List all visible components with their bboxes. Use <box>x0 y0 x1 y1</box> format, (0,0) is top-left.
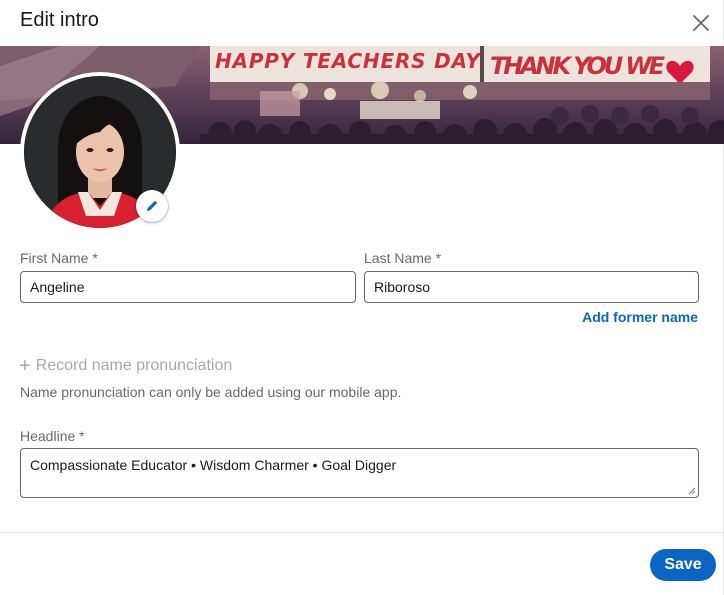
pronunciation-helper-text: Name pronunciation can only be added usi… <box>20 384 402 400</box>
save-button[interactable]: Save <box>650 549 716 581</box>
banner-text-left: HAPPY TEACHERS DAY <box>215 49 483 73</box>
footer-divider <box>0 532 724 533</box>
headline-textarea[interactable]: Compassionate Educator • Wisdom Charmer … <box>20 448 699 498</box>
close-icon <box>693 15 709 31</box>
modal-title: Edit intro <box>20 9 99 31</box>
headline-text: Compassionate Educator • Wisdom Charmer … <box>30 457 397 473</box>
headline-label: Headline * <box>20 428 85 444</box>
edit-intro-modal: Edit intro HAPPY TEACHERS DAY THANK YOU … <box>0 0 724 595</box>
record-pronunciation-label: Record name pronunciation <box>35 357 233 374</box>
first-name-label: First Name * <box>20 250 98 266</box>
first-name-input[interactable]: Angeline <box>20 271 356 303</box>
pencil-icon <box>147 200 158 211</box>
record-pronunciation-button[interactable]: + Record name pronunciation <box>19 356 232 376</box>
resize-grip-icon[interactable] <box>687 486 696 495</box>
last-name-label: Last Name * <box>364 250 442 266</box>
banner-text-right: THANK YOU WE <box>490 52 666 80</box>
plus-icon: + <box>19 355 31 377</box>
close-button[interactable] <box>683 5 719 41</box>
edit-photo-button[interactable] <box>136 190 168 222</box>
add-former-name-link[interactable]: Add former name <box>582 309 698 325</box>
modal-header: Edit intro <box>0 0 724 46</box>
last-name-input[interactable]: Riboroso <box>364 271 699 303</box>
